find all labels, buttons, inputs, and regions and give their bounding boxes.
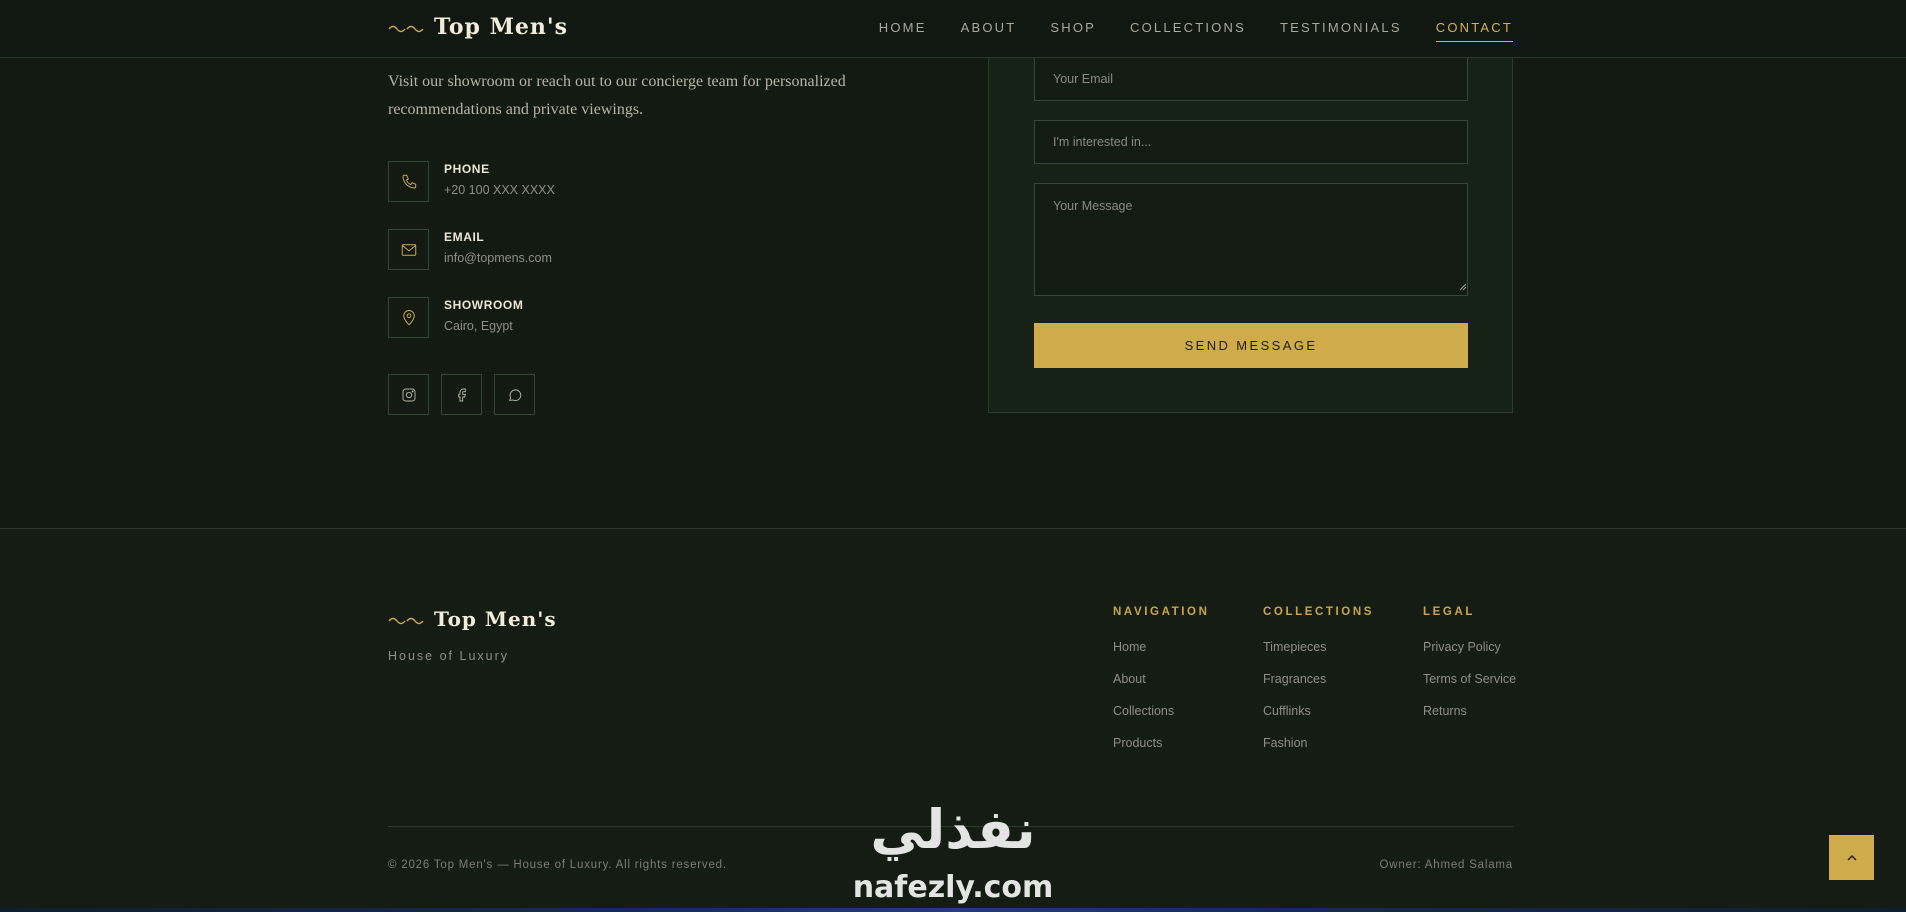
footer-link-fashion[interactable]: Fashion xyxy=(1263,736,1374,768)
interest-field[interactable] xyxy=(1034,120,1468,164)
back-to-top-button[interactable] xyxy=(1829,835,1874,880)
site-header: Top Men's HOME ABOUT SHOP COLLECTIONS TE… xyxy=(0,0,1906,58)
facebook-icon xyxy=(457,388,466,401)
footer-link-returns[interactable]: Returns xyxy=(1423,704,1516,736)
send-message-button[interactable]: SEND MESSAGE xyxy=(1034,323,1468,368)
nav-collections[interactable]: COLLECTIONS xyxy=(1130,20,1246,42)
nav-shop[interactable]: SHOP xyxy=(1050,20,1096,42)
watermark: نفذلي nafezly.com xyxy=(845,800,1061,910)
footer-col-legal: LEGAL Privacy Policy Terms of Service Re… xyxy=(1423,606,1516,736)
showroom-label: SHOWROOM xyxy=(444,298,524,312)
email-field[interactable] xyxy=(1034,57,1468,101)
nav-contact[interactable]: CONTACT xyxy=(1435,20,1513,42)
copyright-text: © 2026 Top Men's — House of Luxury. All … xyxy=(388,859,727,871)
contact-intro: Visit our showroom or reach out to our c… xyxy=(388,73,846,118)
footer-link-products[interactable]: Products xyxy=(1113,736,1210,768)
map-pin-icon-box xyxy=(388,297,429,338)
footer-col-navigation: NAVIGATION Home About Collections Produc… xyxy=(1113,606,1210,768)
email-label: EMAIL xyxy=(444,230,485,244)
mail-icon xyxy=(401,243,416,256)
footer-link-home[interactable]: Home xyxy=(1113,640,1210,672)
chat-button[interactable] xyxy=(494,374,535,415)
contact-phone: PHONE +20 100 XXX XXXX xyxy=(388,161,555,202)
watermark-latin: nafezly.com xyxy=(852,870,1054,905)
footer-link-privacy[interactable]: Privacy Policy xyxy=(1423,640,1516,672)
contact-showroom: SHOWROOM Cairo, Egypt xyxy=(388,297,523,338)
footer-link-cufflinks[interactable]: Cufflinks xyxy=(1263,704,1374,736)
phone-icon xyxy=(402,174,416,188)
footer-brand-logo[interactable]: Top Men's xyxy=(388,607,557,631)
footer-brand-name: Top Men's xyxy=(434,607,557,631)
chat-icon xyxy=(508,388,521,401)
phone-label: PHONE xyxy=(444,162,490,176)
contact-email: EMAIL info@topmens.com xyxy=(388,229,552,270)
brand-logo[interactable]: Top Men's xyxy=(388,14,568,40)
footer-tagline: House of Luxury xyxy=(388,649,510,663)
nav-about[interactable]: ABOUT xyxy=(961,20,1017,42)
footer-col-collections: COLLECTIONS Timepieces Fragrances Cuffli… xyxy=(1263,606,1374,768)
logo-wave-icon xyxy=(388,617,424,625)
watermark-arabic: نفذلي xyxy=(870,798,1036,861)
contact-form-card: SEND MESSAGE xyxy=(988,30,1513,413)
footer-col-title: LEGAL xyxy=(1423,606,1475,618)
logo-wave-icon xyxy=(388,25,424,33)
resize-grip-icon[interactable] xyxy=(1459,283,1467,291)
footer-link-about[interactable]: About xyxy=(1113,672,1210,704)
footer-link-timepieces[interactable]: Timepieces xyxy=(1263,640,1374,672)
owner-text: Owner: Ahmed Salama xyxy=(1379,859,1513,871)
message-field[interactable] xyxy=(1034,183,1468,296)
footer-link-fragrances[interactable]: Fragrances xyxy=(1263,672,1374,704)
nav-testimonials[interactable]: TESTIMONIALS xyxy=(1280,20,1402,42)
showroom-value: Cairo, Egypt xyxy=(444,319,513,333)
chevron-up-icon xyxy=(1846,854,1857,861)
footer-link-collections[interactable]: Collections xyxy=(1113,704,1210,736)
mail-icon-box xyxy=(388,229,429,270)
map-pin-icon xyxy=(402,309,415,325)
email-value: info@topmens.com xyxy=(444,251,552,265)
instagram-icon xyxy=(402,388,415,401)
brand-name: Top Men's xyxy=(434,14,569,40)
phone-icon-box xyxy=(388,161,429,202)
social-links xyxy=(388,374,535,415)
footer-link-terms[interactable]: Terms of Service xyxy=(1423,672,1516,704)
footer-col-title: COLLECTIONS xyxy=(1263,606,1375,618)
footer-col-title: NAVIGATION xyxy=(1113,606,1210,618)
instagram-button[interactable] xyxy=(388,374,429,415)
phone-value: +20 100 XXX XXXX xyxy=(444,183,555,197)
main-nav: HOME ABOUT SHOP COLLECTIONS TESTIMONIALS… xyxy=(879,20,1513,42)
facebook-button[interactable] xyxy=(441,374,482,415)
nav-home[interactable]: HOME xyxy=(879,20,927,42)
